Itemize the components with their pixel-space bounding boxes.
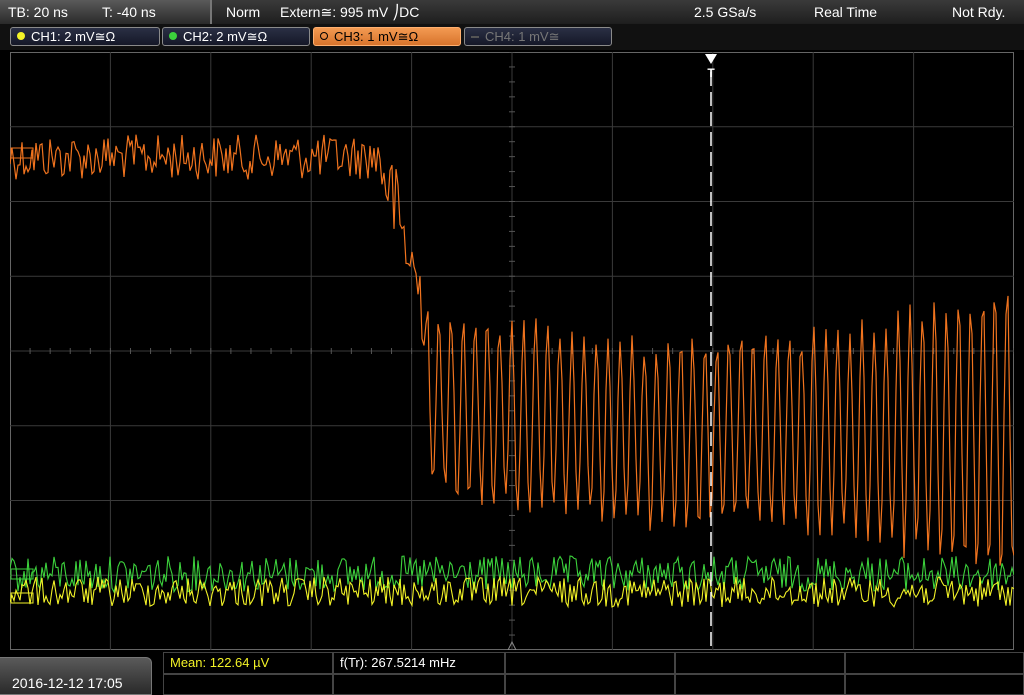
measurement-mean-value: Mean: 122.64 µV — [170, 655, 270, 670]
channel-3-indicator-icon — [320, 32, 328, 40]
channel-3-button[interactable]: CH3: 1 mV≅Ω — [313, 27, 461, 46]
channel-4-indicator-icon — [471, 36, 479, 38]
trigger-source-label[interactable]: Extern≅: 995 mV ⎠DC — [280, 4, 419, 21]
channel-2-indicator-icon — [169, 32, 177, 40]
status-bar: TB: 20 ns T: -40 ns Norm Extern≅: 995 mV… — [0, 0, 1024, 24]
measurement-slot-9[interactable] — [675, 674, 845, 695]
timebase-label[interactable]: TB: 20 ns — [8, 4, 68, 20]
trigger-position-icon[interactable] — [705, 54, 717, 64]
channel-3-label: CH3: 1 mV≅Ω — [334, 29, 419, 44]
waveform-svg: T — [9, 51, 1015, 651]
datetime-panel[interactable]: 2016-12-12 17:05 — [0, 657, 152, 695]
channel-4-label: CH4: 1 mV≅ — [485, 29, 560, 44]
measurement-mean[interactable]: Mean: 122.64 µV — [163, 652, 333, 674]
channel-1-label: CH1: 2 mV≅Ω — [31, 29, 116, 44]
channel-1-button[interactable]: CH1: 2 mV≅Ω — [10, 27, 160, 46]
measurement-freq-value: f(Tr): 267.5214 mHz — [340, 655, 456, 670]
measurement-slot-3[interactable] — [505, 652, 675, 674]
datetime-label: 2016-12-12 17:05 — [12, 675, 123, 691]
measurement-slot-7[interactable] — [333, 674, 505, 695]
status-label: Not Rdy. — [952, 4, 1006, 20]
trigger-mode-label[interactable]: Norm — [226, 4, 260, 20]
channel-bar: CH1: 2 mV≅Ω CH2: 2 mV≅Ω CH3: 1 mV≅Ω CH4:… — [0, 24, 1024, 50]
measurement-freq[interactable]: f(Tr): 267.5214 mHz — [333, 652, 505, 674]
measurement-slot-4[interactable] — [675, 652, 845, 674]
channel-2-button[interactable]: CH2: 2 mV≅Ω — [162, 27, 310, 46]
trigger-label: T — [707, 66, 715, 80]
measurement-slot-10[interactable] — [845, 674, 1024, 695]
channel-2-label: CH2: 2 mV≅Ω — [183, 29, 268, 44]
measurement-slot-8[interactable] — [505, 674, 675, 695]
measurement-slot-6[interactable] — [163, 674, 333, 695]
acquisition-mode-label[interactable]: Real Time — [814, 4, 877, 20]
trigger-offset-label[interactable]: T: -40 ns — [102, 4, 156, 20]
waveform-display[interactable]: T — [9, 51, 1015, 651]
channel-4-button[interactable]: CH4: 1 mV≅ — [464, 27, 612, 46]
channel-1-indicator-icon — [17, 32, 25, 40]
sample-rate-label[interactable]: 2.5 GSa/s — [694, 4, 756, 20]
measurement-slot-5[interactable] — [845, 652, 1024, 674]
